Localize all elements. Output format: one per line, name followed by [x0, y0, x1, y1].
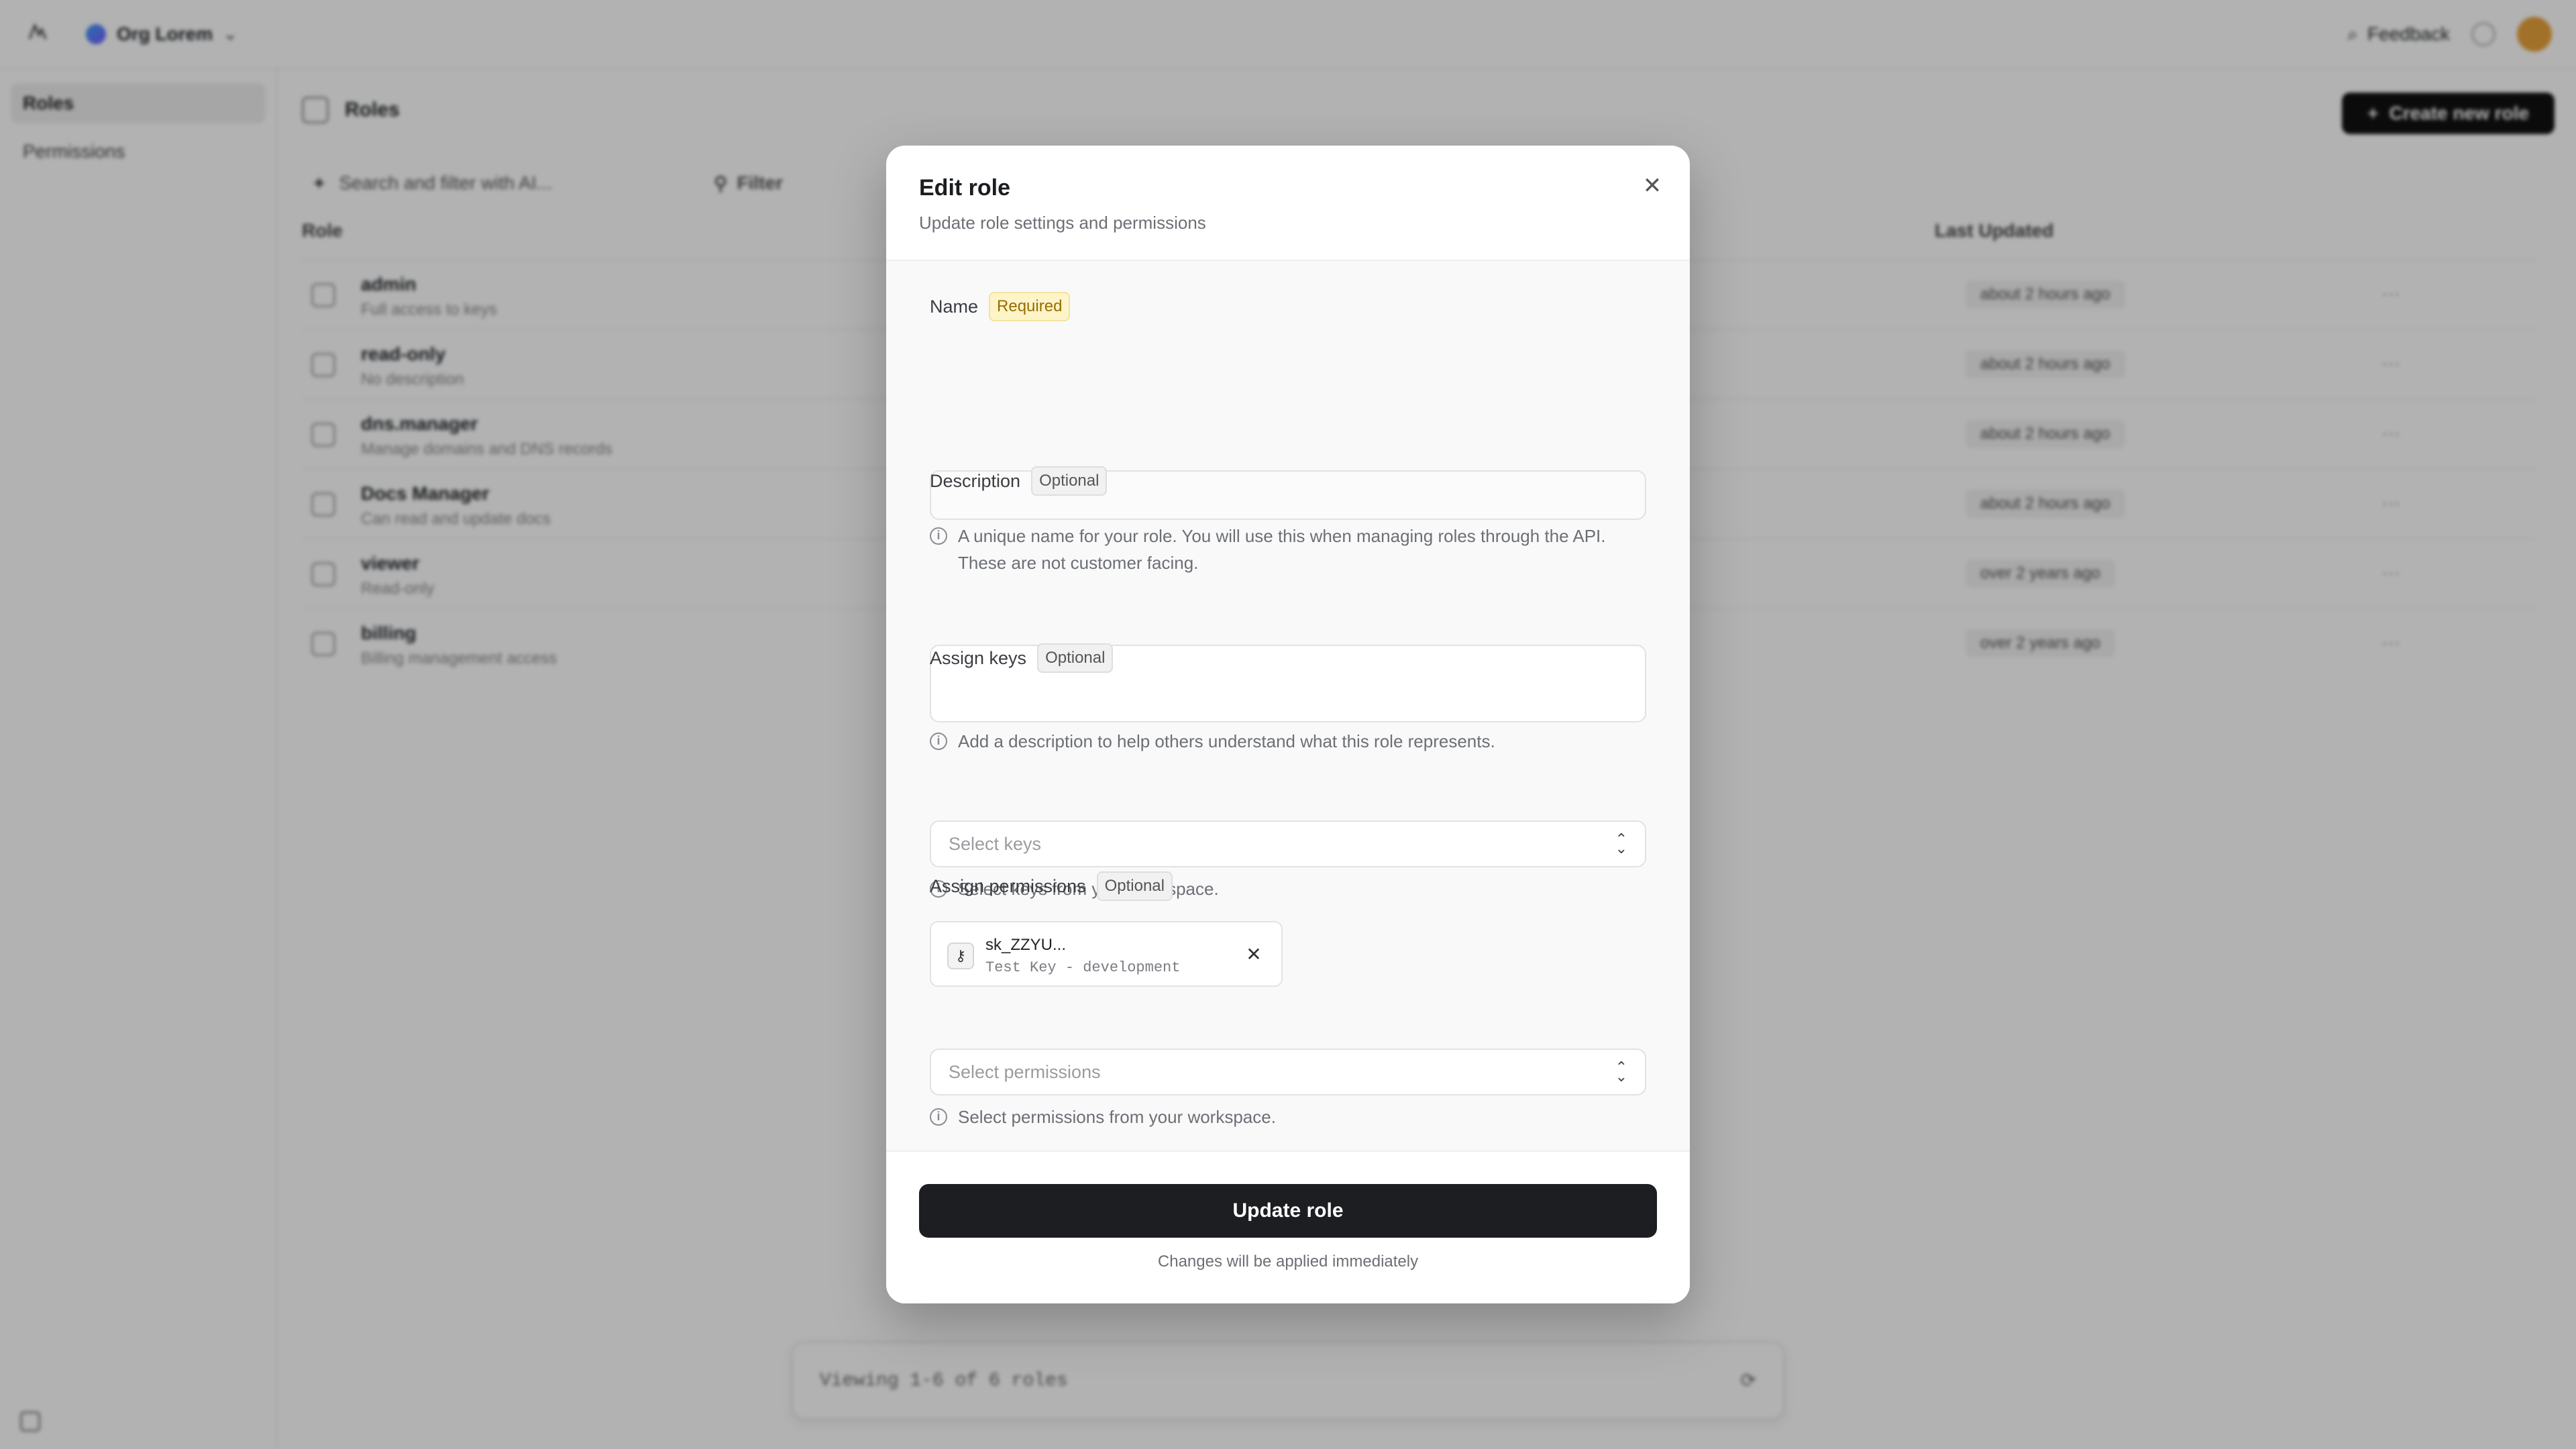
- key-chip: ⚷ sk_ZZYU... Test Key - development ✕: [930, 921, 1283, 987]
- permissions-field-label: Assign permissions Optional: [930, 871, 1173, 901]
- keys-field-label: Assign keys Optional: [930, 643, 1114, 673]
- remove-key-icon[interactable]: ✕: [1242, 943, 1265, 965]
- description-help-text: i Add a description to help others under…: [930, 728, 1646, 755]
- key-subtitle: Test Key - development: [985, 959, 1181, 976]
- description-field-label: Description Optional: [930, 466, 1108, 496]
- keys-label: Assign keys: [930, 647, 1027, 668]
- edit-role-dialog: Edit role Update role settings and permi…: [886, 146, 1690, 1303]
- name-field-label: Name Required: [930, 292, 1071, 321]
- name-help: A unique name for your role. You will us…: [958, 526, 1606, 573]
- key-title: sk_ZZYU...: [985, 936, 1067, 954]
- dialog-body[interactable]: Name Required i A unique name for your r…: [886, 261, 1690, 1150]
- footer-note: Changes will be applied immediately: [1157, 1252, 1419, 1271]
- info-icon: i: [930, 527, 947, 545]
- permissions-help-text: i Select permissions from your workspace…: [930, 1104, 1646, 1130]
- dialog-title: Edit role: [919, 175, 1011, 201]
- optional-badge: Optional: [1037, 643, 1114, 673]
- description-label: Description: [930, 470, 1021, 491]
- permissions-label: Assign permissions: [930, 875, 1086, 896]
- permissions-select[interactable]: Select permissions ⌃ ⌄: [930, 1049, 1646, 1095]
- description-help: Add a description to help others underst…: [958, 731, 1495, 751]
- dialog-footer: Update role Changes will be applied imme…: [886, 1150, 1690, 1303]
- keys-placeholder: Select keys: [949, 833, 1042, 854]
- update-role-button[interactable]: Update role: [919, 1184, 1657, 1238]
- chevron-up-down-icon: ⌃ ⌄: [1615, 1059, 1627, 1085]
- optional-badge: Optional: [1031, 466, 1108, 496]
- dialog-subtitle: Update role settings and permissions: [919, 213, 1206, 233]
- chevron-up-down-icon: ⌃ ⌄: [1615, 830, 1627, 857]
- close-icon[interactable]: ✕: [1639, 172, 1666, 199]
- permissions-placeholder: Select permissions: [949, 1061, 1101, 1082]
- name-help-text: i A unique name for your role. You will …: [930, 523, 1646, 576]
- dialog-header: Edit role Update role settings and permi…: [886, 146, 1690, 261]
- keys-select[interactable]: Select keys ⌃ ⌄: [930, 820, 1646, 867]
- required-badge: Required: [989, 292, 1071, 321]
- optional-badge: Optional: [1096, 871, 1173, 901]
- key-icon: ⚷: [947, 943, 974, 969]
- info-icon: i: [930, 1108, 947, 1126]
- info-icon: i: [930, 733, 947, 750]
- permissions-help: Select permissions from your workspace.: [958, 1107, 1276, 1127]
- name-label: Name: [930, 296, 979, 317]
